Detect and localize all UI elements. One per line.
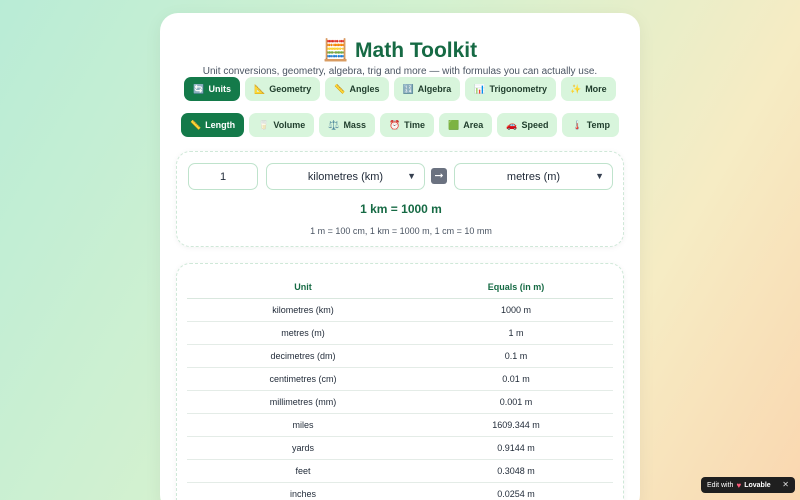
badge-brand: Lovable: [744, 481, 771, 489]
to-unit-value: metres (m): [506, 170, 561, 183]
arrow-right-icon[interactable]: ➞: [431, 168, 447, 184]
unit-type-tabs: 📏 Length 🥛 Volume ⚖️ Mass ⏰ Time 🟩 Area 🚗 Spee…: [160, 113, 640, 137]
tab-mass[interactable]: ⚖️ Mass: [319, 113, 375, 137]
value-cell: 0.9144 m: [419, 436, 613, 460]
column-header-equals: Equals (in m): [419, 276, 613, 299]
page-title: 🧮 Math Toolkit: [160, 39, 640, 63]
toolkit-card: 🧮 Math Toolkit Unit conversions, geometry…: [160, 13, 640, 500]
value-cell: 0.1 m: [419, 344, 613, 368]
unit-cell: metres (m): [187, 321, 419, 345]
value-cell: 1000 m: [419, 298, 613, 322]
from-unit-select[interactable]: kilometres (km) ▼: [266, 163, 425, 190]
ruler-icon: 📏: [189, 119, 202, 130]
tab-time[interactable]: ⏰ Time: [379, 113, 435, 137]
value-cell: 0.01 m: [419, 367, 613, 391]
table-row: centimetres (cm) 0.01 m: [187, 367, 613, 391]
tab-label: Angles: [349, 84, 380, 94]
page-subtitle: Unit conversions, geometry, algebra, tri…: [202, 66, 598, 77]
tab-label: Volume: [273, 120, 306, 130]
tab-angles[interactable]: 📏 Angles: [325, 77, 389, 101]
tab-label: Algebra: [417, 84, 452, 94]
table-row: yards 0.9144 m: [187, 436, 613, 460]
to-unit-select[interactable]: metres (m) ▼: [454, 163, 613, 190]
table-header-row: Unit Equals (in m): [187, 276, 613, 299]
green-square-icon: 🟩: [448, 119, 460, 130]
table-row: decimetres (dm) 0.1 m: [187, 344, 613, 368]
table-row: metres (m) 1 m: [187, 321, 613, 345]
conversion-table-panel: Unit Equals (in m) kilometres (km) 1000 m…: [176, 263, 624, 500]
from-unit-value: kilometres (km): [307, 170, 384, 183]
conversion-result: 1 km = 1000 m: [360, 202, 442, 216]
tab-more[interactable]: ✨ More: [560, 77, 616, 101]
tab-speed[interactable]: 🚗 Speed: [497, 113, 558, 137]
close-icon[interactable]: ✕: [782, 480, 789, 489]
table-row: kilometres (km) 1000 m: [187, 298, 613, 322]
tab-label: Speed: [521, 120, 549, 130]
title-text: Math Toolkit: [355, 39, 478, 62]
conversion-formula: 1 m = 100 cm, 1 km = 1000 m, 1 cm = 10 m…: [310, 226, 492, 236]
tab-label: Units: [208, 84, 232, 94]
edit-with-lovable-badge[interactable]: Edit with ♥ Lovable ✕: [701, 477, 795, 493]
tab-label: Trigonometry: [489, 84, 547, 94]
numbers-icon: 🔢: [402, 83, 414, 94]
value-cell: 1609.344 m: [419, 413, 613, 437]
abacus-icon: 🧮: [322, 39, 350, 62]
milk-glass-icon: 🥛: [258, 119, 270, 130]
column-header-unit: Unit: [187, 276, 419, 299]
scales-icon: ⚖️: [328, 119, 340, 130]
badge-text: Edit with: [707, 481, 734, 489]
tab-label: Area: [463, 120, 484, 130]
chevron-down-icon: ▼: [595, 171, 604, 181]
tab-algebra[interactable]: 🔢 Algebra: [393, 77, 461, 101]
value-cell: 0.3048 m: [419, 459, 613, 483]
tab-label: More: [585, 84, 607, 94]
converter-panel: kilometres (km) ▼ ➞ metres (m) ▼ 1 km = …: [176, 151, 624, 247]
tab-temp[interactable]: 🌡️ Temp: [562, 113, 620, 137]
thermometer-icon: 🌡️: [571, 119, 583, 130]
tab-label: Temp: [586, 120, 611, 130]
tab-label: Time: [404, 120, 426, 130]
chart-icon: 📊: [474, 83, 486, 94]
unit-cell: miles: [187, 413, 419, 437]
tab-area[interactable]: 🟩 Area: [439, 113, 493, 137]
value-cell: 1 m: [419, 321, 613, 345]
table-row: miles 1609.344 m: [187, 413, 613, 437]
tab-length[interactable]: 📏 Length: [180, 113, 245, 137]
tab-trigonometry[interactable]: 📊 Trigonometry: [465, 77, 556, 101]
tab-label: Length: [205, 120, 236, 130]
alarm-clock-icon: ⏰: [388, 119, 401, 130]
unit-cell: feet: [187, 459, 419, 483]
unit-cell: centimetres (cm): [187, 367, 419, 391]
unit-cell: yards: [187, 436, 419, 460]
unit-cell: decimetres (dm): [187, 344, 419, 368]
tab-units[interactable]: 🔄 Units: [184, 77, 241, 101]
triangle-ruler-icon: 📐: [254, 83, 266, 94]
tab-label: Geometry: [269, 84, 312, 94]
car-icon: 🚗: [506, 119, 518, 130]
units-icon: 🔄: [193, 83, 205, 94]
table-row: millimetres (mm) 0.001 m: [187, 390, 613, 414]
heart-icon: ♥: [736, 480, 742, 490]
unit-cell: millimetres (mm): [187, 390, 419, 414]
chevron-down-icon: ▼: [407, 171, 416, 181]
unit-cell: kilometres (km): [187, 298, 419, 322]
amount-input[interactable]: [188, 163, 258, 190]
value-cell: 0.0254 m: [419, 482, 613, 500]
ruler-icon: 📏: [334, 83, 346, 94]
value-cell: 0.001 m: [419, 390, 613, 414]
sparkles-icon: ✨: [569, 83, 582, 94]
table-row: feet 0.3048 m: [187, 459, 613, 483]
tab-volume[interactable]: 🥛 Volume: [249, 113, 315, 137]
category-tabs: 🔄 Units 📐 Geometry 📏 Angles 🔢 Algebra 📊 Trigo…: [160, 77, 640, 101]
tab-geometry[interactable]: 📐 Geometry: [245, 77, 321, 101]
tab-label: Mass: [343, 120, 366, 130]
table-row: inches 0.0254 m: [187, 482, 613, 500]
conversion-table: Unit Equals (in m) kilometres (km) 1000 m…: [187, 276, 613, 500]
unit-cell: inches: [187, 482, 419, 500]
